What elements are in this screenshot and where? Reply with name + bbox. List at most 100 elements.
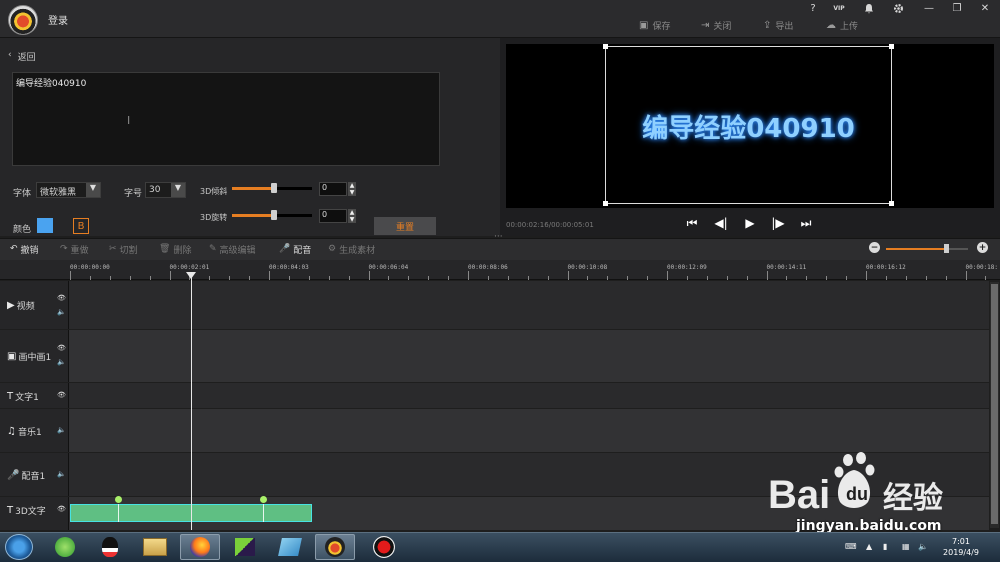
restore-icon[interactable]: ❐ (950, 2, 964, 14)
tilt-slider-thumb[interactable] (271, 183, 277, 193)
ruler-tick-mark (726, 276, 728, 280)
prev-frame-icon[interactable]: ◀| (714, 216, 728, 230)
ruler-tick-mark (965, 271, 967, 280)
keyframe-marker[interactable] (115, 496, 122, 503)
ruler-tick-mark (448, 276, 450, 280)
minimize-icon[interactable]: — (922, 2, 936, 14)
tilt-input[interactable]: 0 (319, 182, 347, 196)
ruler-tick-mark (249, 276, 251, 280)
track-lane-video[interactable] (69, 281, 989, 329)
ruler-tick-mark (169, 271, 171, 280)
track-name-music: ♫ 音乐1 (7, 426, 42, 438)
dub-button[interactable]: 🎤 配音 (279, 242, 311, 256)
next-frame-icon[interactable]: |▶ (771, 216, 785, 230)
playhead-handle[interactable] (186, 272, 196, 279)
volume-icon[interactable]: 🔈 (57, 470, 66, 478)
track-lane-music[interactable] (69, 409, 989, 452)
vip-icon[interactable]: VIP (832, 2, 846, 14)
play-icon[interactable]: ▶ (743, 216, 757, 230)
volume-icon[interactable]: 🔈 (57, 308, 66, 316)
taskbar-360-icon[interactable] (45, 534, 85, 560)
tilt-spinner[interactable]: ▲ ▼ (348, 182, 356, 196)
taskbar-recorder-icon[interactable] (364, 534, 404, 560)
zoom-out-icon[interactable]: − (869, 242, 880, 253)
tilt-slider-rest (274, 187, 312, 190)
taskbar-notepad-icon[interactable] (270, 534, 310, 560)
rotate-label: 3D旋转 (200, 213, 228, 222)
system-clock[interactable]: 7:01 2019/4/9 (938, 536, 984, 558)
redo-button[interactable]: ↷ 重做 (60, 242, 89, 256)
dropdown-arrow-icon: ▼ (171, 183, 185, 197)
font-select[interactable]: 微软雅黑 ▼ (36, 182, 101, 198)
bell-icon[interactable] (862, 2, 876, 14)
ruler-tick-mark (706, 276, 708, 280)
ruler-tick-label: 00:00:04:03 (269, 264, 309, 271)
eye-icon[interactable]: 👁 (57, 505, 66, 513)
color-label: 颜色 (13, 225, 32, 235)
rotate-slider-thumb[interactable] (271, 210, 277, 220)
advanced-edit-button[interactable]: ✎ 高级编辑 (209, 242, 256, 256)
skip-start-icon[interactable]: ⏮ (685, 216, 699, 230)
delete-button[interactable]: 🗑 删除 (159, 242, 191, 256)
start-button[interactable] (5, 534, 33, 560)
skip-end-icon[interactable]: ⏭ (799, 216, 813, 230)
resize-handle-br[interactable] (889, 201, 894, 206)
save-button[interactable]: ▣ 保存 (639, 18, 670, 32)
undo-button[interactable]: ↶ 撤销 (10, 242, 39, 256)
text-icon: T (7, 505, 14, 516)
login-link[interactable]: 登录 (48, 12, 68, 27)
back-button[interactable]: ‹ 返回 (8, 50, 36, 63)
gear-icon[interactable] (891, 2, 905, 14)
close-window-icon[interactable]: ✕ (978, 2, 992, 14)
font-label: 字体 (13, 189, 32, 199)
eye-icon[interactable]: 👁 (57, 294, 66, 302)
size-select[interactable]: 30 ▼ (145, 182, 186, 198)
generate-icon: ⚙ (328, 244, 337, 254)
upload-button[interactable]: ☁ 上传 (826, 18, 858, 32)
rotate-slider[interactable] (232, 210, 312, 220)
taskbar-qq-icon[interactable] (90, 534, 130, 560)
resize-handle-tr[interactable] (889, 44, 894, 49)
export-button[interactable]: ⇪ 导出 (763, 18, 793, 32)
tilt-slider[interactable] (232, 183, 312, 193)
playhead-line[interactable] (191, 272, 192, 530)
keyboard-icon[interactable]: ⌨ (845, 542, 857, 551)
track-name-dub: 🎤 配音1 (7, 470, 46, 482)
rotate-input[interactable]: 0 (319, 209, 347, 223)
text-content-input[interactable]: 编导经验040910 (12, 72, 440, 166)
volume-tray-icon[interactable]: 🔈 (918, 542, 928, 551)
track-lane-text[interactable] (69, 383, 989, 408)
volume-icon[interactable]: 🔈 (57, 426, 66, 434)
chevron-left-icon: ‹ (8, 50, 12, 60)
tray-expand-icon[interactable]: ▲ (866, 542, 872, 551)
resize-handle-bl[interactable] (603, 201, 608, 206)
help-icon[interactable]: ? (806, 2, 820, 14)
keyframe-marker[interactable] (260, 496, 267, 503)
volume-icon[interactable]: 🔈 (57, 358, 66, 366)
taskbar-explorer-icon[interactable] (135, 534, 175, 560)
user-avatar[interactable] (8, 5, 38, 35)
splitter-handle[interactable]: ··· (494, 232, 503, 242)
eye-icon[interactable]: 👁 (57, 391, 66, 399)
generate-material-button[interactable]: ⚙ 生成素材 (328, 242, 375, 256)
taskbar-current-app-icon[interactable] (315, 534, 355, 560)
taskbar-video-editor-icon[interactable] (225, 534, 265, 560)
text-icon: T (7, 391, 14, 402)
network-icon[interactable]: ▦ (902, 542, 910, 551)
zoom-slider-thumb[interactable] (944, 244, 949, 253)
zoom-in-icon[interactable]: + (977, 242, 988, 253)
bold-button[interactable]: B (73, 218, 89, 234)
reset-button[interactable]: 重置 (374, 217, 436, 235)
taskbar-firefox-icon[interactable] (180, 534, 220, 560)
rotate-spinner[interactable]: ▲ ▼ (348, 209, 356, 223)
save-icon: ▣ (639, 19, 649, 31)
resize-handle-tl[interactable] (603, 44, 608, 49)
cut-button[interactable]: ✂ 切割 (109, 242, 138, 256)
color-swatch[interactable] (37, 218, 53, 233)
battery-icon[interactable]: ▮ (883, 542, 887, 551)
ruler-tick-mark (766, 271, 768, 280)
track-lane-pip[interactable] (69, 330, 989, 382)
close-button[interactable]: ⇥ 关闭 (701, 18, 731, 32)
upload-icon: ☁ (826, 19, 836, 31)
eye-icon[interactable]: 👁 (57, 344, 66, 352)
